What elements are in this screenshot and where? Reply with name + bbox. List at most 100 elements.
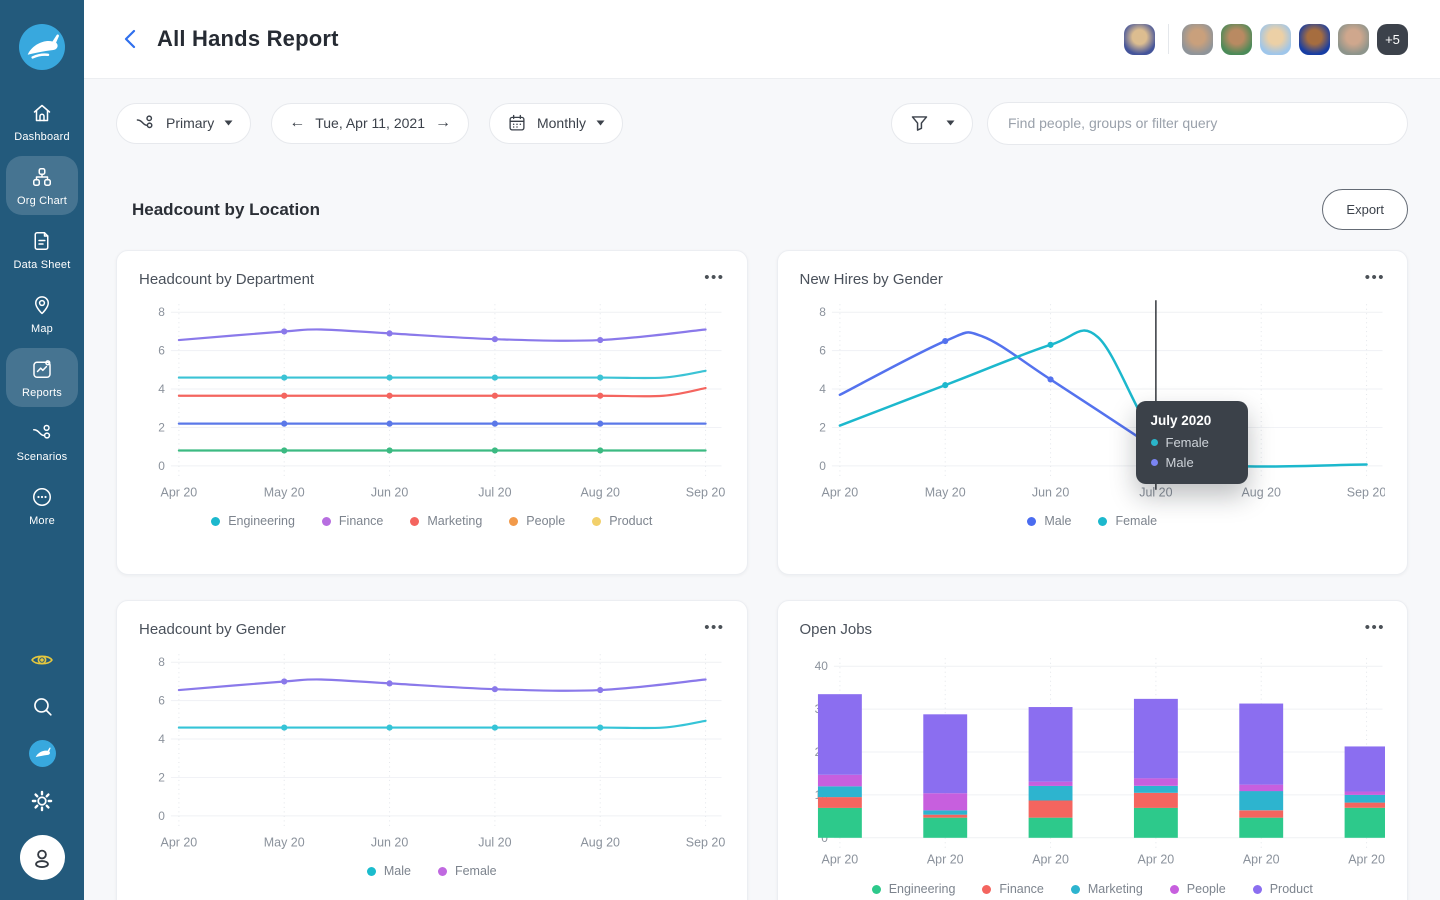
date-navigator[interactable]: ← Tue, Apr 11, 2021 → (271, 103, 469, 144)
legend-item[interactable]: Female (1098, 514, 1157, 528)
legend-dot (1071, 885, 1080, 894)
sidebar-item-label: Scenarios (17, 451, 68, 463)
page-title: All Hands Report (157, 26, 339, 52)
card-menu-button[interactable]: ••• (1365, 271, 1385, 285)
tooltip-item: Female (1151, 435, 1230, 450)
chart-title: Headcount by Department (139, 271, 314, 288)
page-header: All Hands Report +5 (84, 0, 1440, 79)
sidebar-item-map[interactable]: Map (6, 284, 78, 343)
back-button[interactable] (116, 25, 144, 53)
legend-item[interactable]: Male (367, 864, 411, 878)
search-input[interactable] (987, 102, 1408, 145)
line-chart-canvas[interactable]: 02468Apr 20May 20Jun 20Jul 20Aug 20Sep 2… (800, 300, 1386, 506)
line-chart-canvas[interactable]: 02468Apr 20May 20Jun 20Jul 20Aug 20Sep 2… (139, 300, 725, 506)
svg-text:May 20: May 20 (264, 836, 305, 850)
chevron-left-icon (123, 29, 137, 49)
line-chart-canvas[interactable]: 02468Apr 20May 20Jun 20Jul 20Aug 20Sep 2… (139, 650, 725, 856)
legend-dot (211, 517, 220, 526)
svg-text:Aug 20: Aug 20 (1241, 486, 1281, 500)
period-dropdown[interactable]: Monthly (489, 103, 623, 144)
avatar[interactable] (1338, 24, 1369, 55)
sidebar-item-org-chart[interactable]: Org Chart (6, 156, 78, 215)
hierarchy-icon (134, 112, 156, 134)
card-menu-button[interactable]: ••• (1365, 621, 1385, 635)
avatar[interactable] (1260, 24, 1291, 55)
legend-dot (410, 517, 419, 526)
card-menu-button[interactable]: ••• (704, 621, 724, 635)
content: Headcount by Location Export Headcount b… (84, 167, 1440, 900)
legend-item[interactable]: Male (1027, 514, 1071, 528)
view-eye-button[interactable] (29, 647, 55, 673)
svg-text:Jul 20: Jul 20 (1139, 486, 1172, 500)
scope-dropdown[interactable]: Primary (116, 103, 251, 144)
svg-text:Apr 20: Apr 20 (161, 486, 198, 500)
chevron-down-icon (946, 120, 955, 126)
legend-dot (1027, 517, 1036, 526)
legend-item[interactable]: Finance (982, 882, 1043, 896)
sidebar-item-scenarios[interactable]: Scenarios (6, 412, 78, 471)
legend-label: Engineering (228, 514, 295, 528)
legend-dot (367, 867, 376, 876)
legend-item[interactable]: Marketing (1071, 882, 1143, 896)
current-user-avatar[interactable] (20, 835, 65, 880)
avatar[interactable] (1124, 24, 1155, 55)
legend-item[interactable]: Engineering (211, 514, 295, 528)
legend-item[interactable]: Product (592, 514, 652, 528)
sidebar-nav: Dashboard Org Chart Data Sheet Map (0, 92, 84, 540)
sidebar-item-dashboard[interactable]: Dashboard (6, 92, 78, 151)
legend-label: Marketing (1088, 882, 1143, 896)
legend-item[interactable]: Engineering (872, 882, 956, 896)
bar-chart-canvas[interactable]: 010203040Apr 20Apr 20Apr 20Apr 20Apr 20A… (800, 650, 1386, 874)
tooltip-title: July 2020 (1151, 413, 1230, 428)
app-window: Dashboard Org Chart Data Sheet Map (0, 0, 1440, 900)
content-head: Headcount by Location Export (132, 189, 1408, 230)
svg-text:Apr 20: Apr 20 (1032, 853, 1069, 867)
chart-card-headcount-by-department: Headcount by Department ••• 02468Apr 20M… (116, 250, 748, 575)
map-pin-icon (30, 293, 54, 317)
legend-item[interactable]: Marketing (410, 514, 482, 528)
legend-dot (1170, 885, 1179, 894)
legend-item[interactable]: People (509, 514, 565, 528)
svg-text:2: 2 (819, 420, 826, 434)
sidebar-item-label: Reports (22, 387, 62, 399)
chart-legend: Male Female (800, 514, 1386, 528)
tooltip-series-dot (1151, 439, 1158, 446)
sidebar-item-data-sheet[interactable]: Data Sheet (6, 220, 78, 279)
filter-dropdown[interactable] (891, 103, 973, 144)
tooltip-series-label: Female (1166, 435, 1209, 450)
legend-label: Engineering (889, 882, 956, 896)
sidebar-item-more[interactable]: More (6, 476, 78, 535)
app-logo[interactable] (19, 24, 65, 70)
svg-text:Aug 20: Aug 20 (580, 486, 620, 500)
legend-label: People (526, 514, 565, 528)
avatar-divider (1168, 24, 1169, 54)
legend-item[interactable]: People (1170, 882, 1226, 896)
app-mini-logo-button[interactable] (29, 740, 56, 767)
date-label: Tue, Apr 11, 2021 (315, 115, 425, 131)
chart-grid: Headcount by Department ••• 02468Apr 20M… (116, 250, 1408, 900)
svg-text:Jul 20: Jul 20 (478, 836, 511, 850)
sidebar-item-label: Map (31, 323, 53, 335)
svg-text:Jun 20: Jun 20 (371, 836, 408, 850)
legend-label: Finance (999, 882, 1043, 896)
chart-title: Open Jobs (800, 621, 873, 638)
legend-item[interactable]: Female (438, 864, 497, 878)
svg-text:Sep 20: Sep 20 (1346, 486, 1385, 500)
avatar[interactable] (1221, 24, 1252, 55)
export-button[interactable]: Export (1322, 189, 1408, 230)
period-label: Monthly (537, 115, 586, 131)
next-date-arrow-icon[interactable]: → (435, 115, 451, 131)
card-menu-button[interactable]: ••• (704, 271, 724, 285)
chart-tooltip: July 2020 FemaleMale (1136, 401, 1248, 484)
search-button[interactable] (30, 694, 55, 719)
legend-item[interactable]: Product (1253, 882, 1313, 896)
settings-button[interactable] (29, 788, 55, 814)
sidebar-item-reports[interactable]: Reports (6, 348, 78, 407)
prev-date-arrow-icon[interactable]: ← (289, 115, 305, 131)
avatar[interactable] (1299, 24, 1330, 55)
legend-item[interactable]: Finance (322, 514, 383, 528)
avatar-overflow-badge[interactable]: +5 (1377, 24, 1408, 55)
avatar[interactable] (1182, 24, 1213, 55)
collaborator-avatars: +5 (1124, 24, 1408, 55)
calendar-icon (507, 113, 527, 133)
